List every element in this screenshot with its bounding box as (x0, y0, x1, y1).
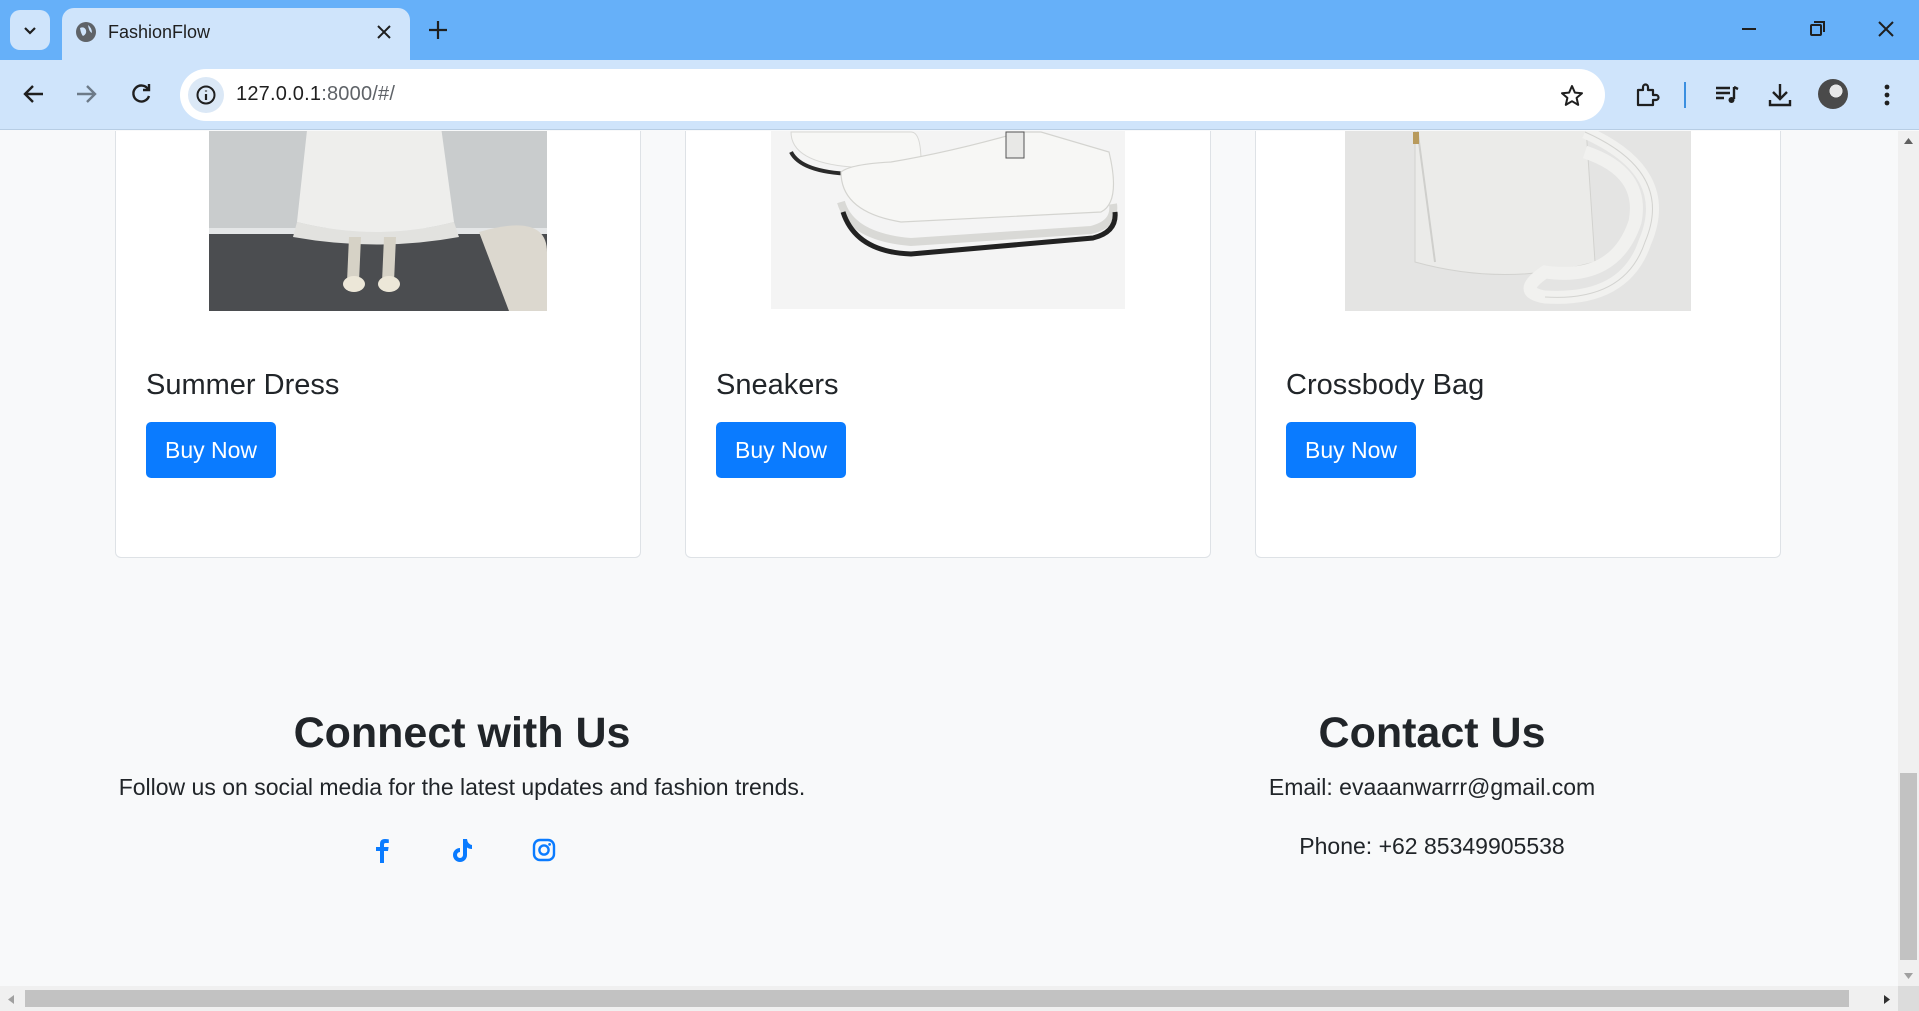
vertical-scroll-thumb[interactable] (1900, 773, 1917, 960)
scroll-up-arrow-icon[interactable] (1903, 137, 1914, 145)
minimize-icon[interactable] (1734, 14, 1764, 49)
forward-arrow-icon[interactable] (72, 80, 100, 113)
browser-tab[interactable]: FashionFlow (62, 8, 410, 60)
reload-icon[interactable] (127, 80, 155, 113)
tab-search-button[interactable] (10, 10, 50, 50)
connect-section: Connect with Us Follow us on social medi… (92, 709, 832, 801)
more-menu-icon[interactable] (1872, 80, 1902, 115)
download-icon[interactable] (1765, 80, 1795, 115)
buy-now-button[interactable]: Buy Now (146, 422, 277, 478)
product-name: Sneakers (716, 369, 839, 401)
connect-text: Follow us on social media for the latest… (118, 774, 806, 800)
product-name: Crossbody Bag (1286, 369, 1485, 401)
media-control-icon[interactable] (1712, 80, 1742, 115)
sneakers-image (771, 131, 1125, 309)
browser-tabstrip: FashionFlow (0, 0, 1919, 60)
contact-section: Contact Us Email: evaaanwarrr@gmail.com … (1102, 709, 1762, 860)
product-name: Summer Dress (146, 369, 340, 401)
horizontal-scroll-thumb[interactable] (25, 990, 1849, 1007)
restore-icon[interactable] (1802, 14, 1832, 49)
facebook-icon[interactable] (369, 836, 395, 869)
site-info-icon[interactable] (188, 77, 224, 113)
tiktok-icon[interactable] (449, 836, 475, 869)
browser-toolbar: 127.0.0.1:8000/#/ (0, 60, 1919, 130)
address-url[interactable]: 127.0.0.1:8000/#/ (236, 83, 395, 106)
url-host: 127.0.0.1 (236, 83, 322, 105)
bookmark-star-icon[interactable] (1559, 83, 1585, 114)
back-arrow-icon[interactable] (20, 80, 48, 113)
toolbar-separator (1684, 82, 1686, 108)
scroll-right-arrow-icon[interactable] (1883, 994, 1891, 1005)
url-path: :8000/#/ (321, 83, 396, 105)
profile-avatar[interactable] (1818, 79, 1848, 109)
tab-title: FashionFlow (108, 22, 211, 42)
contact-phone: Phone: +62 85349905538 (1299, 833, 1565, 859)
contact-heading: Contact Us (1318, 709, 1546, 757)
product-card-sneakers: Sneakers Buy Now (685, 131, 1211, 558)
contact-email: Email: evaaanwarrr@gmail.com (1268, 774, 1596, 800)
globe-icon (74, 20, 98, 49)
address-bar[interactable]: 127.0.0.1:8000/#/ (180, 69, 1605, 121)
summer-dress-image (209, 131, 547, 311)
connect-heading: Connect with Us (293, 709, 631, 757)
instagram-icon[interactable] (531, 836, 557, 869)
close-window-icon[interactable] (1871, 14, 1901, 49)
buy-now-button[interactable]: Buy Now (1286, 422, 1417, 478)
new-tab-icon[interactable] (424, 16, 452, 49)
buy-now-button[interactable]: Buy Now (716, 422, 847, 478)
product-card-crossbody-bag: Crossbody Bag Buy Now (1255, 131, 1781, 558)
extensions-icon[interactable] (1632, 80, 1662, 115)
close-tab-icon[interactable] (372, 20, 396, 49)
scroll-down-arrow-icon[interactable] (1903, 972, 1914, 980)
product-card-summer-dress: Summer Dress Buy Now (115, 131, 641, 558)
crossbody-bag-image (1345, 131, 1691, 311)
page-viewport: Summer Dress Buy Now Sneakers Buy Now Cr… (0, 131, 1898, 986)
chevron-down-icon (24, 27, 36, 35)
scrollbar-corner (1898, 986, 1919, 1011)
scroll-left-arrow-icon[interactable] (7, 994, 15, 1005)
